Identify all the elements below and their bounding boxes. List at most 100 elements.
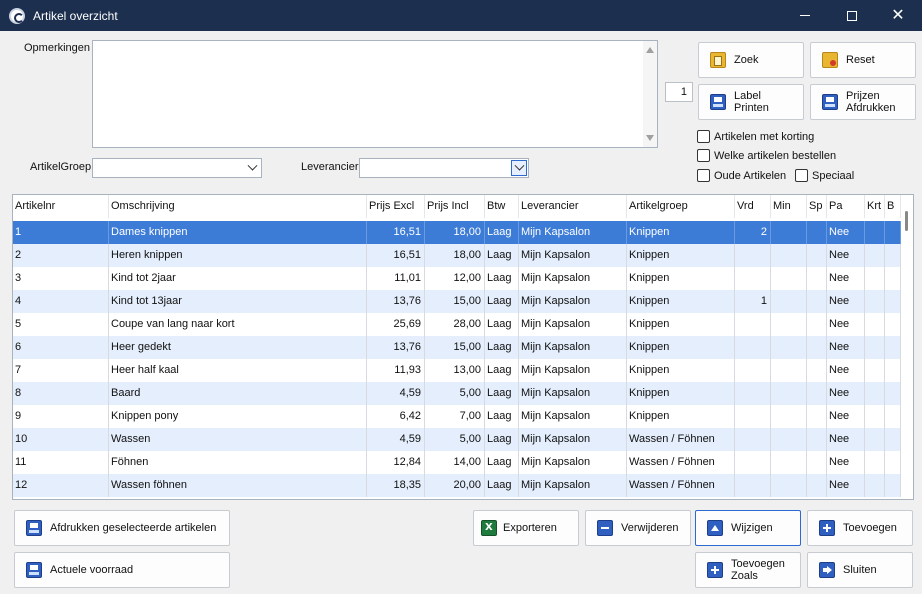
checkbox-speciaal-label: Speciaal bbox=[812, 169, 855, 182]
label-printen-line1: Label bbox=[734, 90, 761, 102]
cell-min bbox=[771, 451, 807, 474]
grid-scrollbar[interactable] bbox=[900, 195, 913, 499]
actuele-voorraad-label: Actuele voorraad bbox=[50, 564, 134, 576]
column-header-btw[interactable]: Btw bbox=[485, 195, 519, 218]
sluiten-button[interactable]: Sluiten bbox=[807, 552, 913, 588]
checkbox-bestellen-box[interactable] bbox=[697, 149, 710, 162]
cell-min bbox=[771, 382, 807, 405]
checkbox-met-korting[interactable]: Artikelen met korting bbox=[697, 130, 814, 143]
maximize-button[interactable] bbox=[829, 0, 875, 31]
table-row[interactable]: 7 Heer half kaal 11,93 13,00 Laag Mijn Kapsal… bbox=[13, 359, 901, 382]
cell-sp bbox=[807, 336, 827, 359]
checkbox-bestellen[interactable]: Welke artikelen bestellen bbox=[697, 149, 836, 162]
checkbox-met-korting-box[interactable] bbox=[697, 130, 710, 143]
chevron-down-icon[interactable] bbox=[244, 160, 260, 176]
cell-leverancier: Mijn Kapsalon bbox=[519, 428, 627, 451]
excel-icon bbox=[481, 520, 497, 536]
table-row[interactable]: 9 Knippen pony 6,42 7,00 Laag Mijn Kapsalon Kn… bbox=[13, 405, 901, 428]
checkbox-speciaal-box[interactable] bbox=[795, 169, 808, 182]
artikelgroep-select[interactable] bbox=[92, 158, 262, 178]
reset-button[interactable]: Reset bbox=[810, 42, 916, 78]
cell-min bbox=[771, 474, 807, 497]
scroll-down-icon[interactable] bbox=[646, 135, 654, 141]
table-row[interactable]: 11 Föhnen 12,84 14,00 Laag Mijn Kapsalon Wasse… bbox=[13, 451, 901, 474]
cell-sp bbox=[807, 290, 827, 313]
table-row[interactable]: 12 Wassen föhnen 18,35 20,00 Laag Mijn Kapsal… bbox=[13, 474, 901, 497]
column-header-min[interactable]: Min bbox=[771, 195, 807, 218]
toevoegen-zoals-button[interactable]: Toevoegen Zoals bbox=[695, 552, 801, 588]
column-header-artikelgroep[interactable]: Artikelgroep bbox=[627, 195, 735, 218]
leverancier-select[interactable] bbox=[359, 158, 529, 178]
chevron-down-icon[interactable] bbox=[511, 160, 527, 176]
table-row[interactable]: 6 Heer gedekt 13,76 15,00 Laag Mijn Kapsalon K… bbox=[13, 336, 901, 359]
cell-omschrijving: Heer gedekt bbox=[109, 336, 367, 359]
cell-omschrijving: Kind tot 2jaar bbox=[109, 267, 367, 290]
checkbox-met-korting-label: Artikelen met korting bbox=[714, 130, 815, 143]
cell-leverancier: Mijn Kapsalon bbox=[519, 313, 627, 336]
cell-btw: Laag bbox=[485, 244, 519, 267]
table-row[interactable]: 4 Kind tot 13jaar 13,76 15,00 Laag Mijn Kapsa… bbox=[13, 290, 901, 313]
cell-vrd bbox=[735, 313, 771, 336]
table-row[interactable]: 3 Kind tot 2jaar 11,01 12,00 Laag Mijn Kapsal… bbox=[13, 267, 901, 290]
cell-prijs-incl: 14,00 bbox=[425, 451, 485, 474]
table-row[interactable]: 5 Coupe van lang naar kort 25,69 28,00 Laag M… bbox=[13, 313, 901, 336]
checkbox-oude-artikelen[interactable]: Oude Artikelen bbox=[697, 169, 786, 182]
zoek-button[interactable]: Zoek bbox=[698, 42, 804, 78]
grid-scrollbar-thumb[interactable] bbox=[905, 211, 908, 231]
close-button[interactable]: ✕ bbox=[875, 0, 921, 31]
column-header-krt[interactable]: Krt bbox=[865, 195, 885, 218]
prijzen-afdrukken-line1: Prijzen bbox=[846, 90, 880, 102]
cell-artikelgroep: Wassen / Föhnen bbox=[627, 428, 735, 451]
verwijderen-button[interactable]: Verwijderen bbox=[585, 510, 691, 546]
grid-header-row[interactable]: Artikelnr Omschrijving Prijs Excl Prijs Inc… bbox=[13, 195, 901, 218]
artikelgroep-label: ArtikelGroep bbox=[30, 161, 92, 173]
wijzigen-button[interactable]: Wijzigen bbox=[695, 510, 801, 546]
checkbox-oude-artikelen-box[interactable] bbox=[697, 169, 710, 182]
artikel-grid[interactable]: Artikelnr Omschrijving Prijs Excl Prijs Inc… bbox=[12, 194, 914, 500]
table-row[interactable]: 10 Wassen 4,59 5,00 Laag Mijn Kapsalon Wassen … bbox=[13, 428, 901, 451]
cell-artikelnr: 11 bbox=[13, 451, 109, 474]
cell-leverancier: Mijn Kapsalon bbox=[519, 244, 627, 267]
column-header-prijs-incl[interactable]: Prijs Incl bbox=[425, 195, 485, 218]
cell-artikelnr: 2 bbox=[13, 244, 109, 267]
column-header-omschrijving[interactable]: Omschrijving bbox=[109, 195, 367, 218]
opmerkingen-textarea[interactable] bbox=[92, 40, 658, 148]
cell-omschrijving: Föhnen bbox=[109, 451, 367, 474]
table-row[interactable]: 2 Heren knippen 16,51 18,00 Laag Mijn Kapsalo… bbox=[13, 244, 901, 267]
scroll-up-icon[interactable] bbox=[646, 47, 654, 53]
cell-prijs-excl: 12,84 bbox=[367, 451, 425, 474]
actuele-voorraad-button[interactable]: Actuele voorraad bbox=[14, 552, 230, 588]
minimize-button[interactable] bbox=[782, 0, 828, 31]
prijzen-afdrukken-button[interactable]: Prijzen Afdrukken bbox=[810, 84, 916, 120]
minus-icon bbox=[597, 520, 613, 536]
printer-icon bbox=[822, 94, 838, 110]
table-row[interactable]: 8 Baard 4,59 5,00 Laag Mijn Kapsalon Knippen Ne… bbox=[13, 382, 901, 405]
cell-artikelgroep: Knippen bbox=[627, 405, 735, 428]
opmerkingen-scrollbar[interactable] bbox=[643, 41, 657, 147]
column-header-vrd[interactable]: Vrd bbox=[735, 195, 771, 218]
cell-pa: Nee bbox=[827, 336, 865, 359]
column-header-prijs-excl[interactable]: Prijs Excl bbox=[367, 195, 425, 218]
toevoegen-zoals-line1: Toevoegen bbox=[731, 558, 785, 570]
column-header-b[interactable]: B bbox=[885, 195, 901, 218]
checkbox-bestellen-label: Welke artikelen bestellen bbox=[714, 149, 837, 162]
checkbox-oude-artikelen-label: Oude Artikelen bbox=[714, 169, 787, 182]
cell-artikelnr: 10 bbox=[13, 428, 109, 451]
exporteren-button[interactable]: Exporteren bbox=[473, 510, 579, 546]
cell-sp bbox=[807, 428, 827, 451]
counter-field[interactable]: 1 bbox=[665, 82, 693, 102]
cell-btw: Laag bbox=[485, 290, 519, 313]
afdrukken-geselecteerde-button[interactable]: Afdrukken geselecteerde artikelen bbox=[14, 510, 230, 546]
cell-btw: Laag bbox=[485, 405, 519, 428]
column-header-sp[interactable]: Sp bbox=[807, 195, 827, 218]
toevoegen-button[interactable]: Toevoegen bbox=[807, 510, 913, 546]
column-header-pa[interactable]: Pa bbox=[827, 195, 865, 218]
cell-omschrijving: Kind tot 13jaar bbox=[109, 290, 367, 313]
cell-leverancier: Mijn Kapsalon bbox=[519, 451, 627, 474]
table-row[interactable]: 1 Dames knippen 16,51 18,00 Laag Mijn Kapsalo… bbox=[13, 221, 901, 244]
cell-prijs-incl: 12,00 bbox=[425, 267, 485, 290]
column-header-leverancier[interactable]: Leverancier bbox=[519, 195, 627, 218]
checkbox-speciaal[interactable]: Speciaal bbox=[795, 169, 854, 182]
column-header-artikelnr[interactable]: Artikelnr bbox=[13, 195, 109, 218]
label-printen-button[interactable]: Label Printen bbox=[698, 84, 804, 120]
